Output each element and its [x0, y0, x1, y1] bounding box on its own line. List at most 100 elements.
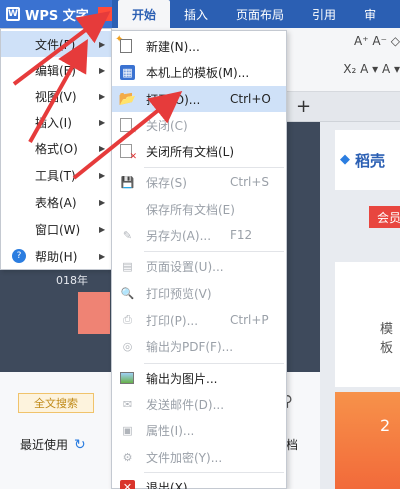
banner-card[interactable] [78, 292, 110, 334]
save-as-icon: ✎ [122, 228, 133, 242]
menu-item-label: 打印预览(V) [146, 286, 212, 301]
tab-review[interactable]: 审 [350, 0, 390, 28]
menu-item-new[interactable]: 新建(N)... [112, 33, 286, 59]
menu-item-print[interactable]: ⎙ 打印(P)... Ctrl+P [112, 307, 286, 333]
menu-item-save-as[interactable]: ✎ 另存为(A)... F12 [112, 222, 286, 248]
menu-item-view[interactable]: 视图(V) ▶ [1, 83, 111, 109]
menu-item-shortcut: Ctrl+S [230, 175, 270, 189]
menu-item-label: 属性(I)... [146, 423, 195, 438]
documents-label: 档 [286, 438, 299, 452]
menu-separator [144, 251, 284, 252]
submenu-arrow-icon: ▶ [99, 117, 106, 127]
menu-item-file[interactable]: 文件(F) ▶ [1, 31, 111, 57]
close-doc-icon [120, 118, 137, 136]
menu-item-label: 另存为(A)... [146, 228, 212, 243]
refresh-icon[interactable]: ↻ [74, 437, 86, 453]
menu-item-save[interactable]: 💾 保存(S) Ctrl+S [112, 169, 286, 195]
menu-item-label: 帮助(H) [35, 249, 78, 264]
encrypt-icon: ⚙ [122, 450, 133, 464]
fulltext-search-label: 全文搜索 [34, 397, 78, 410]
page-setup-icon: ▤ [122, 259, 133, 273]
menu-item-label: 关闭(C) [146, 118, 188, 133]
tab-page-layout[interactable]: 页面布局 [222, 0, 298, 28]
menu-item-label: 退出(X) [146, 480, 188, 489]
menu-item-page-setup[interactable]: ▤ 页面设置(U)... [112, 253, 286, 279]
submenu-arrow-icon: ▶ [99, 39, 106, 49]
template-icon: ▦ [120, 64, 135, 80]
menu-item-label: 输出为PDF(F)... [146, 339, 234, 354]
submenu-arrow-icon: ▶ [99, 91, 106, 101]
save-icon: 💾 [120, 175, 135, 189]
promo-number: 2 [380, 416, 391, 435]
menu-item-encrypt[interactable]: ⚙ 文件加密(Y)... [112, 444, 286, 470]
tab-home[interactable]: 开始 [118, 0, 171, 28]
menu-item-export-pdf[interactable]: ◎ 输出为PDF(F)... [112, 333, 286, 359]
fulltext-search-tag[interactable]: 全文搜索 [18, 393, 94, 413]
menu-item-print-preview[interactable]: 🔍 打印预览(V) [112, 280, 286, 306]
tab-references[interactable]: 引用 [298, 0, 350, 28]
image-export-icon [120, 372, 134, 384]
submenu-arrow-icon: ▶ [99, 65, 106, 75]
menu-item-label: 保存(S) [146, 175, 187, 190]
menu-item-window[interactable]: 窗口(W) ▶ [1, 216, 111, 242]
menu-item-shortcut: F12 [230, 228, 253, 242]
help-icon: ? [12, 249, 26, 263]
menu-item-label: 打印(P)... [146, 313, 199, 328]
submenu-arrow-icon: ▶ [99, 170, 106, 180]
menu-item-label: 格式(O) [35, 141, 78, 156]
menu-item-label: 文件(F) [35, 37, 76, 52]
menu-item-send-mail[interactable]: ✉ 发送邮件(D)... [112, 391, 286, 417]
menu-item-export-image[interactable]: 输出为图片... [112, 365, 286, 391]
menu-item-label: 本机上的模板(M)... [146, 65, 250, 80]
menu-item-tools[interactable]: 工具(T) ▶ [1, 162, 111, 188]
menu-item-label: 表格(A) [35, 195, 77, 210]
menu-item-open[interactable]: 📂 打开(O)... Ctrl+O [112, 86, 286, 112]
menu-item-label: 工具(T) [35, 168, 76, 183]
chevron-down-icon[interactable]: ▾ [97, 7, 112, 21]
close-all-icon [120, 144, 137, 162]
menu-item-close-all[interactable]: 关闭所有文档(L) [112, 138, 286, 164]
menu-item-label: 新建(N)... [146, 39, 200, 54]
menu-item-save-all[interactable]: 保存所有文档(E) [112, 196, 286, 222]
app-title: WPS 文字 [25, 8, 89, 24]
font-format-buttons[interactable]: X₂ A ▾ A ▾ [343, 62, 400, 76]
menu-item-format[interactable]: 格式(O) ▶ [1, 135, 111, 161]
menu-item-local-templates[interactable]: ▦ 本机上的模板(M)... [112, 59, 286, 85]
menu-item-label: 页面设置(U)... [146, 259, 224, 274]
menu-item-label: 关闭所有文档(L) [146, 144, 235, 159]
wps-logo-icon: W [6, 7, 20, 21]
menu-item-label: 插入(I) [35, 115, 72, 130]
menu-item-edit[interactable]: 编辑(E) ▶ [1, 57, 111, 83]
vip-badge[interactable]: 会员 [369, 206, 400, 228]
wps-menu-button[interactable]: W WPS 文字 ▾ [0, 0, 112, 28]
submenu-arrow-icon: ▶ [99, 251, 106, 261]
new-doc-icon [115, 34, 132, 53]
submenu-arrow-icon: ▶ [99, 197, 106, 207]
open-folder-icon: 📂 [118, 91, 137, 107]
file-submenu: 新建(N)... ▦ 本机上的模板(M)... 📂 打开(O)... Ctrl+… [111, 30, 287, 489]
menu-item-label: 打开(O)... [146, 92, 201, 107]
ribbon-tabs: 开始 插入 页面布局 引用 审 [118, 0, 390, 28]
new-tab-icon[interactable]: + [296, 96, 311, 117]
menu-item-close[interactable]: 关闭(C) [112, 112, 286, 138]
menu-item-label: 窗口(W) [35, 222, 81, 237]
tab-insert[interactable]: 插入 [170, 0, 222, 28]
menu-item-help[interactable]: ? 帮助(H) ▶ [1, 243, 111, 269]
menu-item-exit[interactable]: ✕ 退出(X) [112, 474, 286, 489]
menu-item-insert[interactable]: 插入(I) ▶ [1, 109, 111, 135]
submenu-arrow-icon: ▶ [99, 224, 106, 234]
menu-separator [144, 363, 284, 364]
menu-item-label: 编辑(E) [35, 63, 76, 78]
exit-icon: ✕ [120, 479, 135, 489]
menu-item-shortcut: Ctrl+P [230, 313, 269, 327]
menu-item-label: 保存所有文档(E) [146, 202, 235, 217]
menu-item-properties[interactable]: ▣ 属性(I)... [112, 417, 286, 443]
menu-item-table[interactable]: 表格(A) ▶ [1, 189, 111, 215]
menu-item-label: 文件加密(Y)... [146, 450, 223, 465]
submenu-arrow-icon: ▶ [99, 143, 106, 153]
menu-separator [144, 472, 284, 473]
font-size-buttons[interactable]: A⁺ A⁻ ◇ [354, 34, 400, 48]
menu-item-label: 视图(V) [35, 89, 77, 104]
promo-card[interactable] [335, 392, 400, 489]
menu-item-label: 输出为图片... [146, 371, 218, 386]
